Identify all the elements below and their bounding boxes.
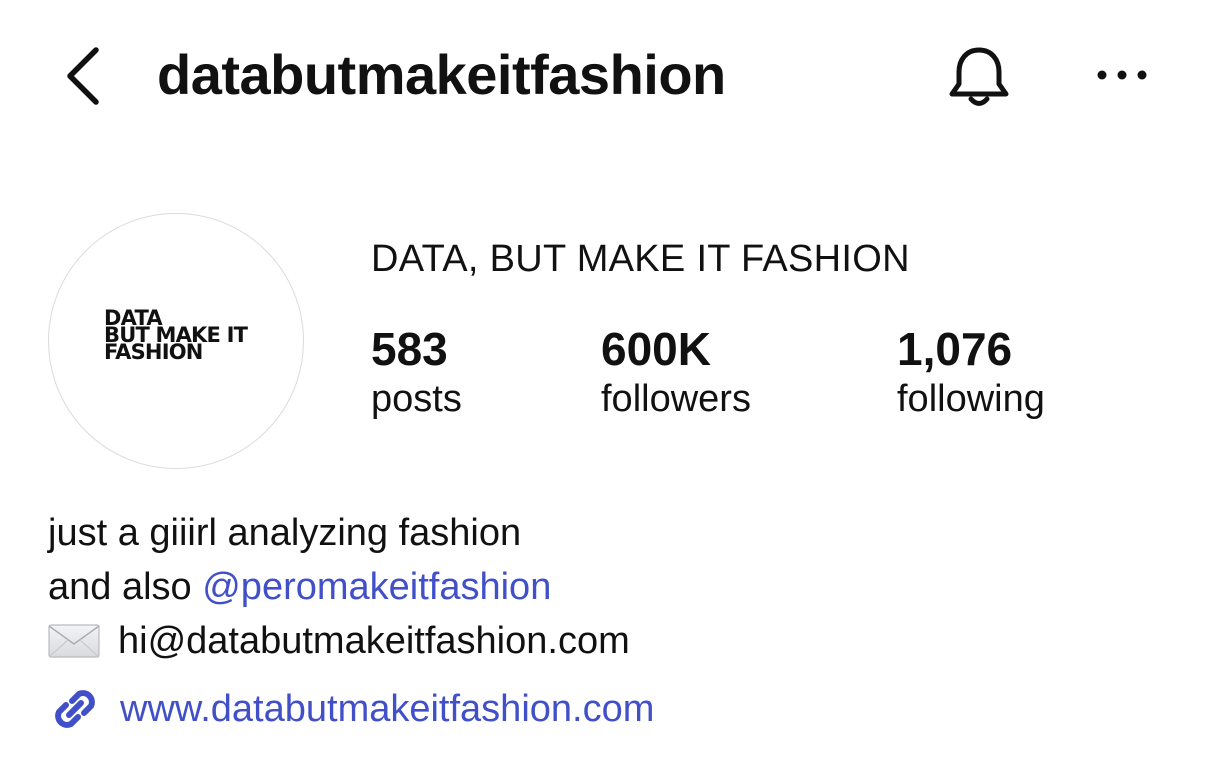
stat-followers[interactable]: 600K followers bbox=[601, 322, 751, 422]
bio-mention-link[interactable]: @peromakeitfashion bbox=[202, 566, 551, 608]
avatar-logo: DATA BUT MAKE IT FASHION bbox=[104, 308, 248, 363]
stat-following-value: 1,076 bbox=[897, 323, 1013, 375]
bio-email-row: hi@databutmakeitfashion.com bbox=[48, 614, 630, 668]
stat-following[interactable]: 1,076 following bbox=[897, 322, 1045, 422]
stat-followers-value: 600K bbox=[601, 323, 711, 375]
back-button[interactable] bbox=[58, 44, 108, 108]
profile-avatar[interactable]: DATA BUT MAKE IT FASHION bbox=[48, 213, 304, 469]
more-horizontal-icon bbox=[1097, 70, 1147, 80]
stat-posts-label: posts bbox=[371, 378, 462, 420]
stat-following-label: following bbox=[897, 378, 1045, 420]
stat-followers-label: followers bbox=[601, 378, 751, 420]
website-link[interactable]: www.databutmakeitfashion.com bbox=[48, 682, 654, 736]
bio-line-1: just a giiirl analyzing fashion bbox=[48, 512, 522, 554]
profile-bio: just a giiirl analyzing fashion and also… bbox=[48, 506, 630, 668]
chevron-left-icon bbox=[67, 47, 99, 105]
top-bar: databutmakeitfashion bbox=[0, 0, 1206, 150]
stat-posts[interactable]: 583 posts bbox=[371, 322, 462, 422]
bio-line-2: and also @peromakeitfashion bbox=[48, 560, 630, 614]
envelope-icon bbox=[48, 624, 100, 658]
bio-line-2-prefix: and also bbox=[48, 566, 203, 608]
notifications-button[interactable] bbox=[944, 42, 1014, 112]
profile-username: databutmakeitfashion bbox=[157, 43, 726, 106]
bio-email[interactable]: hi@databutmakeitfashion.com bbox=[118, 614, 630, 668]
link-icon bbox=[55, 690, 95, 728]
profile-display-name: DATA, BUT MAKE IT FASHION bbox=[371, 238, 910, 280]
bell-icon bbox=[949, 47, 1009, 106]
website-url[interactable]: www.databutmakeitfashion.com bbox=[120, 682, 654, 736]
stat-posts-value: 583 bbox=[371, 323, 448, 375]
more-options-button[interactable] bbox=[1092, 58, 1152, 92]
